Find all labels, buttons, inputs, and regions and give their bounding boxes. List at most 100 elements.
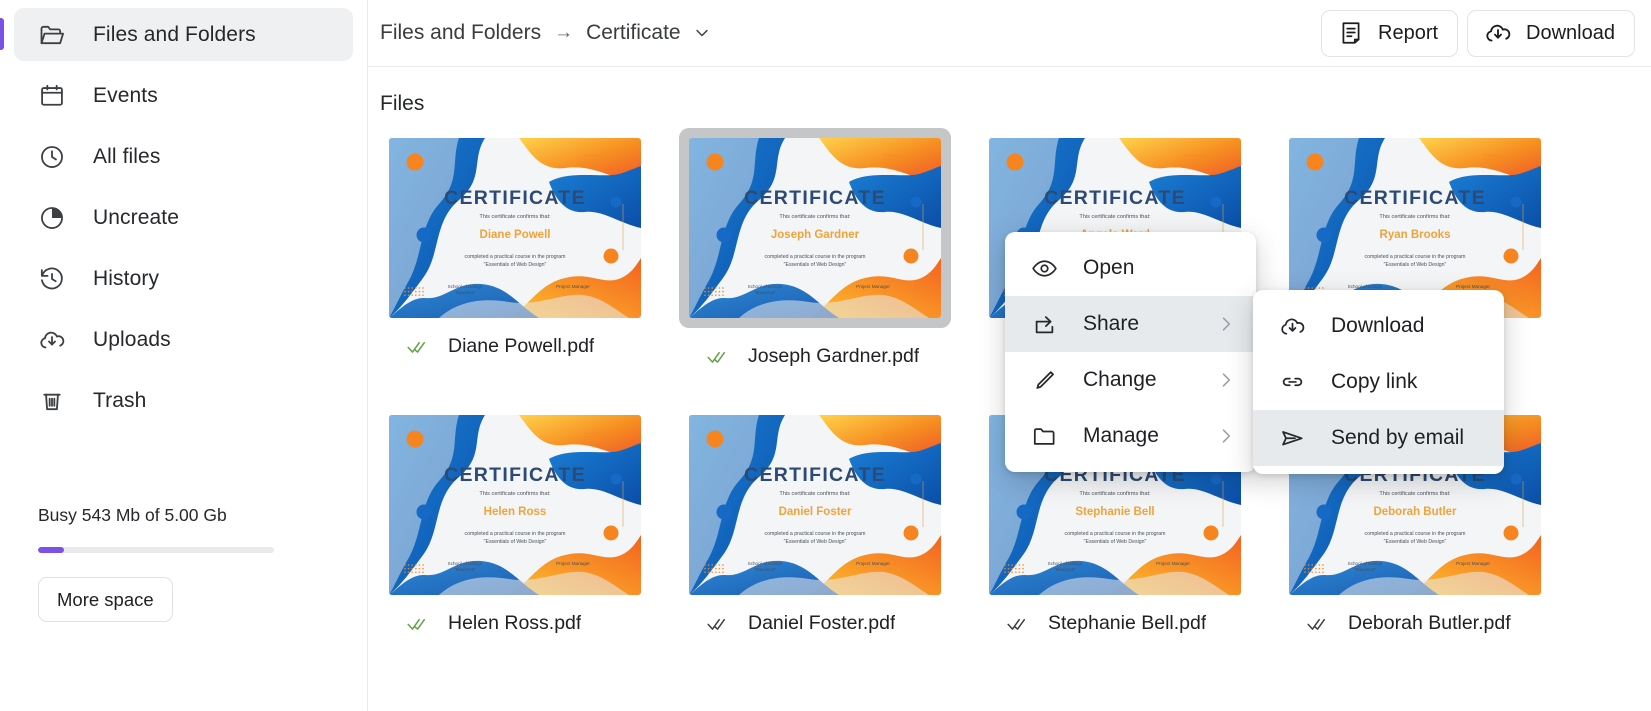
- svg-text:CERTIFICATE: CERTIFICATE: [744, 187, 886, 209]
- link-icon: [1278, 368, 1306, 396]
- file-thumbnail[interactable]: CERTIFICATE This certificate confirms th…: [689, 138, 941, 318]
- file-thumbnail[interactable]: CERTIFICATE This certificate confirms th…: [389, 138, 641, 318]
- sidebar-item-all-files[interactable]: All files: [14, 130, 353, 183]
- svg-text:"Essentials of Web Design": "Essentials of Web Design": [784, 262, 847, 268]
- file-card[interactable]: CERTIFICATE This certificate confirms th…: [679, 128, 951, 368]
- context-menu-item-change[interactable]: Change: [1005, 352, 1256, 408]
- svg-text:This certificate confirms that: This certificate confirms that:: [479, 491, 551, 497]
- sidebar-item-files-and-folders[interactable]: Files and Folders: [0, 8, 353, 61]
- svg-text:"Maximus": "Maximus": [1054, 567, 1076, 572]
- status-synced-grey-icon: [1007, 613, 1029, 635]
- svg-text:completed a practical course i: completed a practical course in the prog…: [465, 531, 566, 537]
- svg-text:This certificate confirms that: This certificate confirms that:: [1079, 491, 1151, 497]
- thumbnail-wrapper: CERTIFICATE This certificate confirms th…: [689, 415, 941, 595]
- sidebar-item-label: Uncreate: [93, 205, 180, 229]
- breadcrumb-current[interactable]: Certificate: [586, 21, 681, 45]
- file-name-label: Stephanie Bell.pdf: [1048, 612, 1207, 634]
- sidebar-item-uncreate[interactable]: Uncreate: [14, 191, 353, 244]
- pencil-icon: [1030, 366, 1058, 394]
- svg-text:School of Design: School of Design: [1348, 284, 1383, 289]
- file-label-row: Diane Powell.pdf: [389, 335, 641, 358]
- file-name-label: Joseph Gardner.pdf: [748, 345, 920, 367]
- sidebar-item-history[interactable]: History: [14, 252, 353, 305]
- chevron-right-icon: [1216, 370, 1236, 390]
- status-synced-green-icon: [707, 346, 729, 368]
- share-submenu-item-copy-link[interactable]: Copy link: [1253, 354, 1504, 410]
- svg-text:Project Manager: Project Manager: [1156, 561, 1190, 566]
- svg-text:School of Design: School of Design: [748, 561, 783, 566]
- report-button-label: Report: [1378, 21, 1439, 44]
- trash-icon: [38, 387, 66, 415]
- svg-text:Stephanie Bell: Stephanie Bell: [1075, 506, 1154, 518]
- file-card[interactable]: CERTIFICATE This certificate confirms th…: [389, 415, 641, 635]
- file-card[interactable]: CERTIFICATE This certificate confirms th…: [689, 415, 941, 635]
- chevron-down-icon[interactable]: [692, 23, 712, 43]
- section-title: Files: [380, 92, 425, 115]
- file-name-label: Helen Ross.pdf: [448, 612, 582, 634]
- context-menu-item-label: Share: [1083, 312, 1140, 335]
- svg-text:completed a practical course i: completed a practical course in the prog…: [1065, 531, 1166, 537]
- file-thumbnail[interactable]: CERTIFICATE This certificate confirms th…: [689, 415, 941, 595]
- chevron-right-icon: [1216, 314, 1236, 334]
- svg-text:Deborah Butler: Deborah Butler: [1373, 506, 1457, 518]
- certificate-thumbnail: CERTIFICATE This certificate confirms th…: [689, 138, 941, 318]
- file-name-label: Deborah Butler.pdf: [1348, 612, 1511, 634]
- report-button[interactable]: Report: [1321, 9, 1459, 57]
- thumbnail-wrapper: CERTIFICATE This certificate confirms th…: [389, 415, 641, 595]
- svg-text:Project Manager: Project Manager: [556, 284, 590, 289]
- context-menu-item-label: Change: [1083, 368, 1157, 391]
- cloud-download-icon: [1278, 312, 1306, 340]
- cloud-download-icon: [38, 326, 66, 354]
- svg-text:completed a practical course i: completed a practical course in the prog…: [465, 254, 566, 260]
- file-thumbnail[interactable]: CERTIFICATE This certificate confirms th…: [389, 415, 641, 595]
- sidebar-item-uploads[interactable]: Uploads: [14, 313, 353, 366]
- svg-text:"Maximus": "Maximus": [454, 290, 476, 295]
- status-synced-grey-icon: [707, 613, 729, 635]
- file-card[interactable]: CERTIFICATE This certificate confirms th…: [389, 138, 641, 368]
- context-menu-item-share[interactable]: Share: [1005, 296, 1256, 352]
- clock-icon: [38, 143, 66, 171]
- svg-text:"Essentials of Web Design": "Essentials of Web Design": [484, 539, 547, 545]
- thumbnail-wrapper: CERTIFICATE This certificate confirms th…: [389, 138, 641, 318]
- sidebar-nav: Files and Folders Events All files Uncreate…: [0, 8, 367, 427]
- download-button[interactable]: Download: [1467, 9, 1635, 57]
- file-name-label: Daniel Foster.pdf: [748, 612, 896, 634]
- more-space-button[interactable]: More space: [38, 577, 173, 622]
- status-synced-grey-icon: [1307, 613, 1329, 635]
- sidebar-item-label: Trash: [93, 388, 147, 412]
- share-icon: [1030, 310, 1058, 338]
- sidebar-item-trash[interactable]: Trash: [14, 374, 353, 427]
- context-menu-item-manage[interactable]: Manage: [1005, 408, 1256, 464]
- svg-text:School of Design: School of Design: [1048, 561, 1083, 566]
- svg-text:CERTIFICATE: CERTIFICATE: [1344, 187, 1486, 209]
- svg-text:"Essentials of Web Design": "Essentials of Web Design": [1384, 262, 1447, 268]
- storage-progress-bar: [38, 547, 274, 553]
- sidebar: Files and Folders Events All files Uncreate…: [0, 0, 368, 711]
- svg-text:"Maximus": "Maximus": [754, 567, 776, 572]
- svg-text:completed a practical course i: completed a practical course in the prog…: [765, 531, 866, 537]
- svg-text:Daniel Foster: Daniel Foster: [779, 506, 852, 518]
- context-menu-item-label: Manage: [1083, 424, 1159, 447]
- context-menu-item-label: Open: [1083, 256, 1135, 279]
- share-submenu-item-send-by-email[interactable]: Send by email: [1253, 410, 1504, 466]
- breadcrumb-root[interactable]: Files and Folders: [380, 21, 541, 45]
- sidebar-item-label: All files: [93, 144, 161, 168]
- svg-text:Project Manager: Project Manager: [856, 284, 890, 289]
- context-menu-item-open[interactable]: Open: [1005, 240, 1256, 296]
- sidebar-item-events[interactable]: Events: [14, 69, 353, 122]
- svg-text:Ryan Brooks: Ryan Brooks: [1380, 229, 1451, 241]
- chevron-right-icon: [1216, 426, 1236, 446]
- file-label-row: Deborah Butler.pdf: [1289, 612, 1541, 635]
- svg-text:completed a practical course i: completed a practical course in the prog…: [1365, 531, 1466, 537]
- svg-text:"Essentials of Web Design": "Essentials of Web Design": [1084, 539, 1147, 545]
- sidebar-item-label: Files and Folders: [93, 22, 256, 46]
- svg-text:School of Design: School of Design: [448, 284, 483, 289]
- sidebar-item-label: History: [93, 266, 160, 290]
- svg-text:Project Manager: Project Manager: [1456, 561, 1490, 566]
- svg-text:CERTIFICATE: CERTIFICATE: [1044, 187, 1186, 209]
- storage-progress-fill: [38, 547, 64, 553]
- send-icon: [1278, 424, 1306, 452]
- folder-icon: [1030, 422, 1058, 450]
- svg-text:completed a practical course i: completed a practical course in the prog…: [765, 254, 866, 260]
- share-submenu-item-download[interactable]: Download: [1253, 298, 1504, 354]
